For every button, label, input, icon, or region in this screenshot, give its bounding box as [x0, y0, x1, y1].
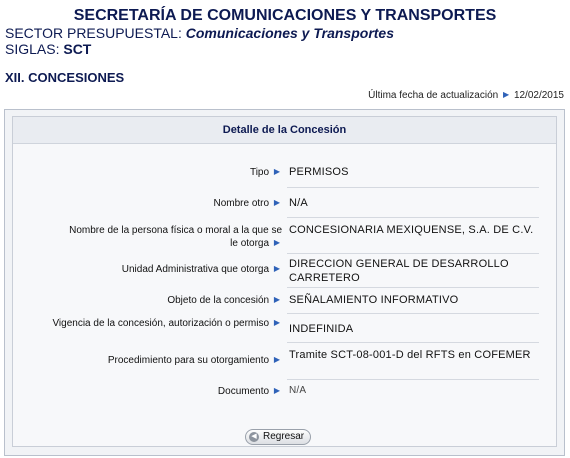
- field-label-nombre-otro: Nombre otro ▶: [213, 198, 280, 209]
- field-label-persona: Nombre de la persona física o moral a la…: [69, 225, 282, 249]
- concession-detail-inner: Detalle de la Concesión Tipo ▶ PERMISOS …: [12, 116, 557, 447]
- field-label-unidad: Unidad Administrativa que otorga ▶: [121, 264, 280, 275]
- field-label-documento: Documento ▶: [217, 386, 280, 397]
- field-value-tipo: PERMISOS: [289, 166, 349, 178]
- siglas-value: SCT: [63, 41, 92, 57]
- right-triangle-icon: ▶: [273, 198, 280, 207]
- right-triangle-icon: ▶: [273, 167, 280, 176]
- divider: [287, 379, 539, 380]
- siglas-line: SIGLAS: SCT: [5, 41, 91, 57]
- divider: [287, 342, 539, 343]
- divider: [287, 187, 539, 188]
- sector-line: SECTOR PRESUPUESTAL: Comunicaciones y Tr…: [5, 25, 394, 41]
- back-button-label: Regresar: [263, 431, 305, 442]
- field-value-unidad: DIRECCION GENERAL DE DESARROLLO CARRETER…: [289, 258, 509, 284]
- field-value-documento: N/A: [289, 385, 307, 396]
- right-triangle-icon: ▶: [273, 295, 280, 304]
- field-label-procedimiento: Procedimiento para su otorgamiento ▶: [107, 355, 280, 366]
- back-button[interactable]: ◀ Regresar: [245, 429, 311, 445]
- sector-value: Comunicaciones y Transportes: [185, 25, 394, 41]
- section-title: XII. CONCESIONES: [5, 70, 125, 85]
- field-value-objeto: SEÑALAMIENTO INFORMATIVO: [289, 294, 459, 306]
- field-label-tipo: Tipo ▶: [249, 167, 280, 178]
- divider: [287, 287, 539, 288]
- divider: [287, 313, 539, 314]
- siglas-label: SIGLAS:: [5, 41, 60, 57]
- divider: [287, 217, 539, 218]
- right-triangle-icon: ▶: [273, 318, 280, 327]
- field-value-procedimiento: Tramite SCT-08-001-D del RFTS en COFEMER: [289, 349, 531, 361]
- right-triangle-icon: ▶: [273, 238, 280, 247]
- field-value-vigencia: INDEFINIDA: [289, 323, 354, 335]
- last-update-label: Última fecha de actualización: [368, 90, 499, 101]
- last-update-date: 12/02/2015: [513, 90, 564, 101]
- page-title: SECRETARÍA DE COMUNICACIONES Y TRANSPORT…: [73, 7, 497, 24]
- sector-label: SECTOR PRESUPUESTAL:: [5, 25, 182, 41]
- right-triangle-icon: ▶: [273, 355, 280, 364]
- divider: [287, 253, 539, 254]
- panel-title: Detalle de la Concesión: [13, 117, 556, 144]
- field-value-nombre-otro: N/A: [289, 197, 308, 209]
- field-label-objeto: Objeto de la concesión ▶: [167, 295, 280, 306]
- right-triangle-icon: ▶: [273, 386, 280, 395]
- field-value-persona: CONCESIONARIA MEXIQUENSE, S.A. DE C.V.: [289, 224, 534, 236]
- right-triangle-icon: ▶: [503, 90, 510, 99]
- concession-detail-panel: Detalle de la Concesión Tipo ▶ PERMISOS …: [4, 109, 565, 456]
- right-triangle-icon: ▶: [273, 264, 280, 273]
- back-arrow-icon: ◀: [249, 432, 259, 442]
- last-update: Última fecha de actualización ▶ 12/02/20…: [368, 90, 564, 101]
- field-label-vigencia: Vigencia de la concesión, autorización o…: [52, 318, 280, 329]
